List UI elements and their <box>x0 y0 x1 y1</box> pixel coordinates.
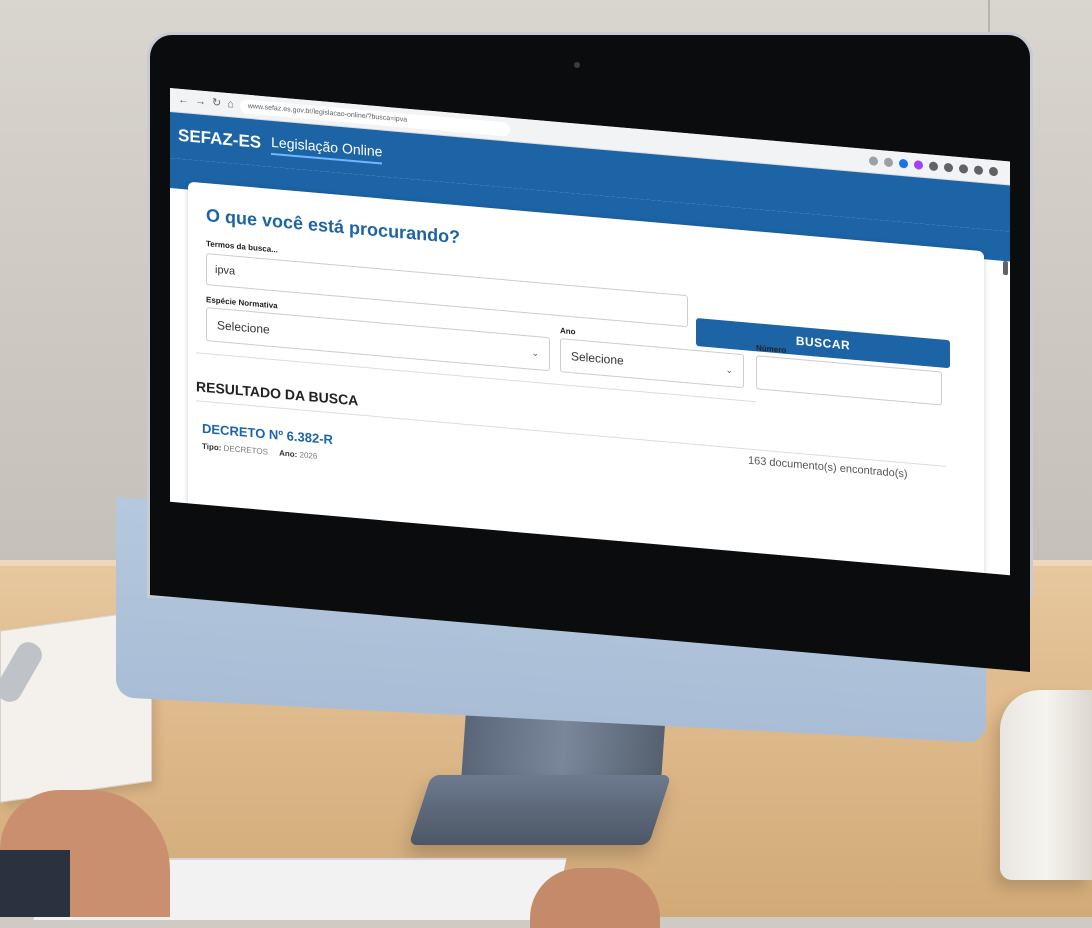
scrollbar[interactable] <box>1003 260 1008 276</box>
forward-icon[interactable]: → <box>195 95 206 108</box>
sidebar-icon[interactable] <box>944 162 953 173</box>
brand-logo[interactable]: SEFAZ-ES <box>178 126 261 153</box>
numero-label: Número <box>756 343 787 355</box>
home-icon[interactable]: ⌂ <box>227 98 234 111</box>
app-subtitle[interactable]: Legislação Online <box>271 133 383 165</box>
especie-selected-value: Selecione <box>217 318 270 337</box>
tipo-key: Tipo: <box>202 441 222 453</box>
ano-selected-value: Selecione <box>571 349 624 368</box>
tipo-value: DECRETOS <box>223 443 268 457</box>
terms-label: Termos da busca... <box>206 239 278 255</box>
result-count: 163 documento(s) encontrado(s) <box>748 454 908 481</box>
especie-select[interactable]: Selecione ⌄ <box>206 307 550 372</box>
puzzle-icon[interactable] <box>929 161 938 172</box>
cup <box>1000 690 1092 880</box>
sleeve <box>0 850 70 917</box>
results-title: RESULTADO DA BUSCA <box>196 378 359 409</box>
reload-icon[interactable]: ↻ <box>212 97 221 110</box>
download-icon[interactable] <box>959 164 968 174</box>
extension-icon[interactable] <box>899 158 908 169</box>
monitor-stand-base <box>408 775 672 845</box>
zoom-icon[interactable] <box>869 156 878 166</box>
ano-key: Ano: <box>279 448 298 460</box>
extension-icon[interactable] <box>914 160 923 170</box>
ano-label: Ano <box>560 326 576 337</box>
profile-icon[interactable] <box>974 165 983 176</box>
more-icon[interactable] <box>989 166 998 177</box>
camera-icon <box>574 62 580 68</box>
back-icon[interactable]: ← <box>178 94 189 107</box>
bookmark-icon[interactable] <box>884 157 893 168</box>
chevron-down-icon: ⌄ <box>531 347 539 358</box>
ano-value: 2026 <box>299 450 318 461</box>
chevron-down-icon: ⌄ <box>725 364 733 375</box>
